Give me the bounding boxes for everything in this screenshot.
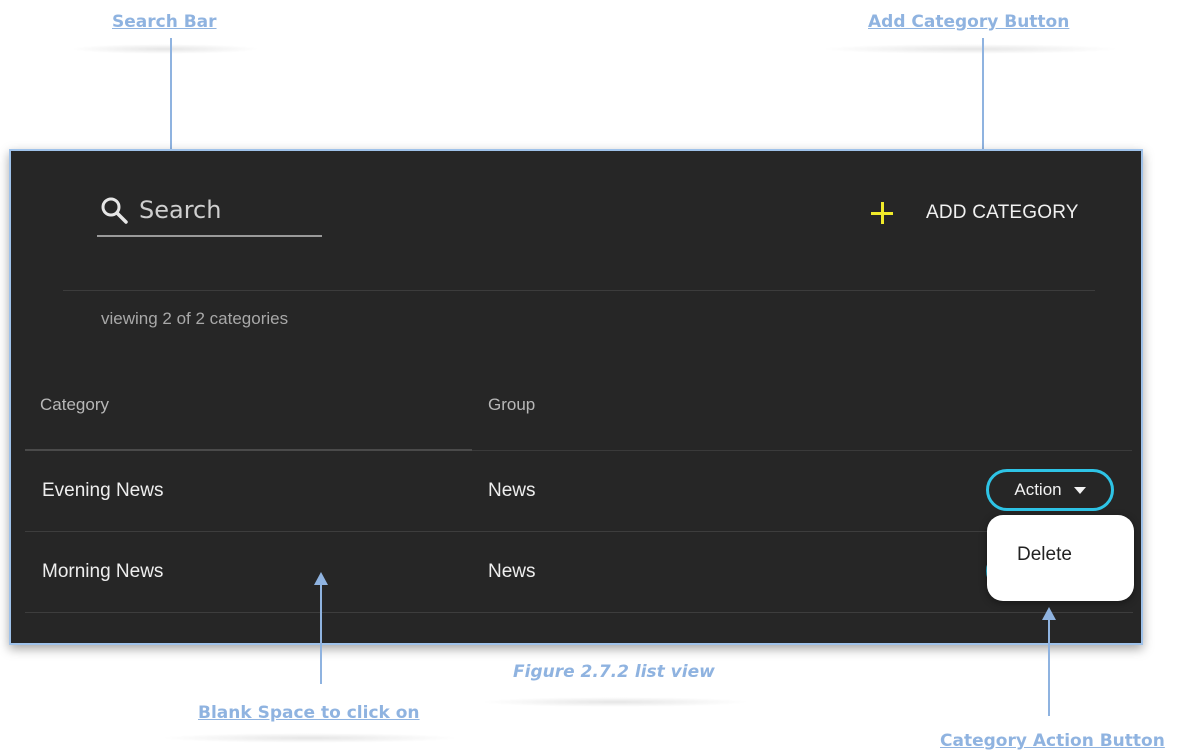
table-row[interactable]: Morning News News bbox=[25, 532, 1133, 613]
action-dropdown-menu: Delete bbox=[987, 515, 1134, 601]
category-list-panel: ADD CATEGORY viewing 2 of 2 categories C… bbox=[9, 149, 1143, 645]
annotation-shadow bbox=[480, 697, 750, 707]
column-header-category[interactable]: Category bbox=[40, 395, 109, 415]
plus-icon bbox=[871, 202, 893, 224]
group-cell: News bbox=[488, 480, 536, 501]
annotation-arrow bbox=[320, 584, 322, 684]
search-bar[interactable] bbox=[97, 191, 322, 237]
action-button[interactable]: Action bbox=[986, 469, 1114, 511]
caret-down-icon bbox=[1073, 486, 1086, 494]
annotation-add-category-button: Add Category Button bbox=[868, 12, 1070, 32]
annotation-arrow bbox=[982, 38, 984, 158]
annotation-arrow bbox=[1048, 619, 1050, 716]
divider bbox=[63, 290, 1095, 291]
annotation-category-action-button: Category Action Button bbox=[940, 731, 1165, 751]
annotation-search-bar: Search Bar bbox=[112, 12, 217, 32]
column-header-group[interactable]: Group bbox=[488, 395, 535, 415]
action-label: Action bbox=[1014, 480, 1062, 499]
delete-menu-item[interactable]: Delete bbox=[1017, 544, 1072, 566]
add-category-label: ADD CATEGORY bbox=[926, 202, 1079, 223]
table-row[interactable]: Evening News News Action bbox=[25, 451, 1133, 532]
group-cell: News bbox=[488, 561, 536, 582]
annotation-blank-space: Blank Space to click on bbox=[198, 703, 420, 723]
category-cell: Morning News bbox=[42, 561, 164, 582]
category-cell: Evening News bbox=[42, 480, 164, 501]
viewing-count: viewing 2 of 2 categories bbox=[101, 309, 289, 328]
annotation-shadow bbox=[160, 733, 460, 743]
search-icon bbox=[101, 197, 128, 224]
annotation-shadow bbox=[70, 44, 260, 54]
figure-caption: Figure 2.7.2 list view bbox=[513, 662, 715, 682]
add-category-button[interactable]: ADD CATEGORY bbox=[871, 195, 1086, 231]
annotation-shadow bbox=[820, 44, 1120, 54]
annotation-arrow bbox=[170, 38, 172, 158]
search-input[interactable] bbox=[139, 191, 319, 229]
